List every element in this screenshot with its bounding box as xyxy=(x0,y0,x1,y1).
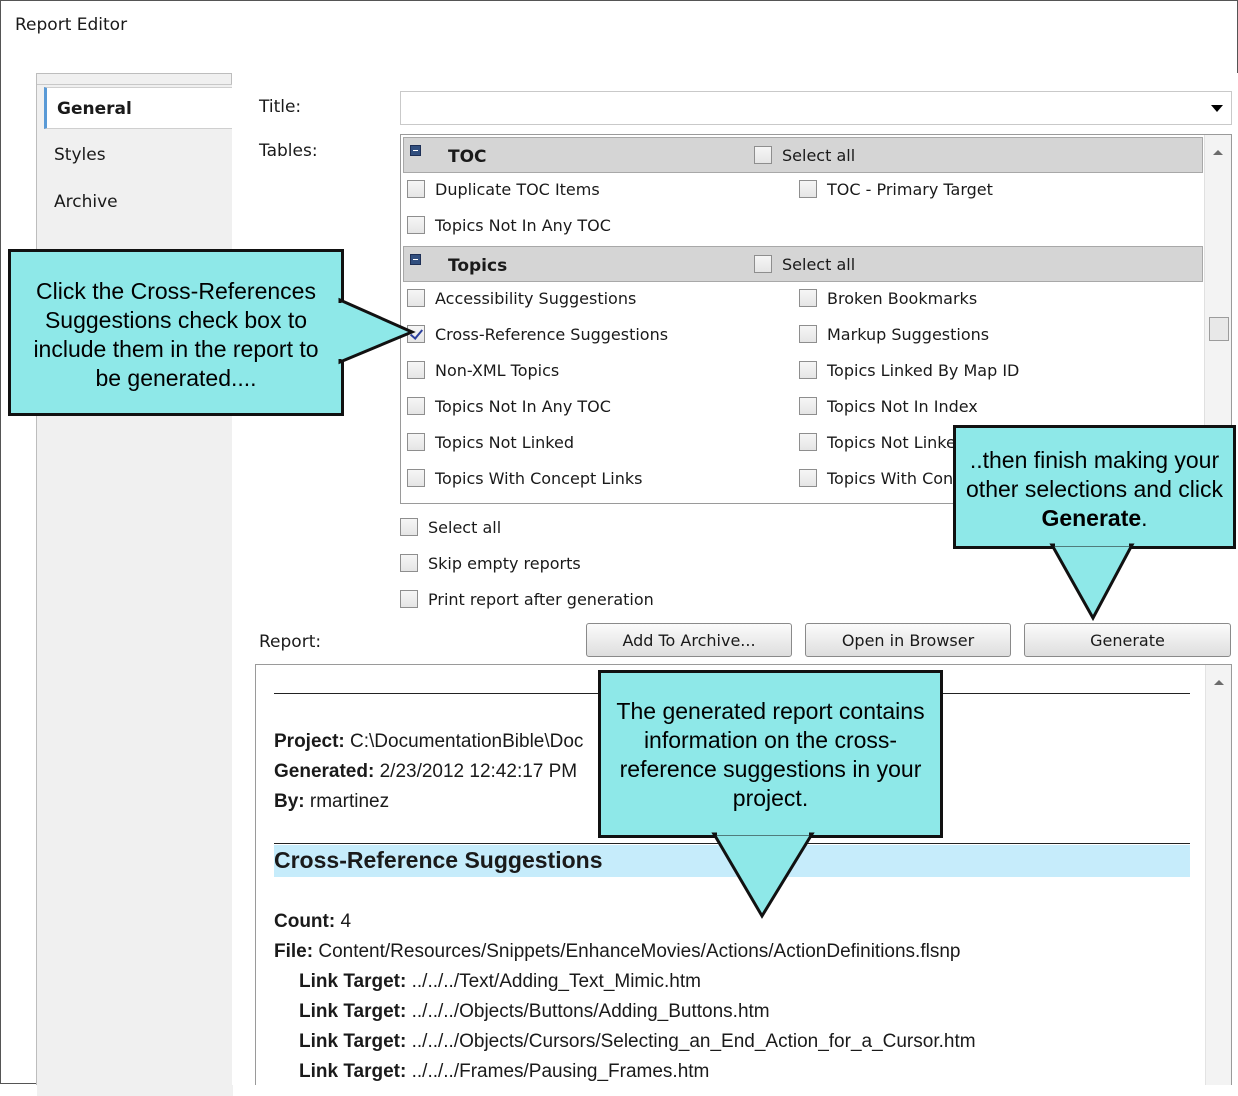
table-option-cross-reference-suggestions[interactable]: Cross-Reference Suggestions xyxy=(407,324,668,345)
callout-right-pointer xyxy=(1049,540,1135,622)
group-name-toc: TOC xyxy=(448,147,487,167)
callout-left-pointer-join xyxy=(336,303,342,359)
table-option-topics-not-in-any-toc[interactable]: Topics Not In Any TOC xyxy=(407,396,611,417)
scroll-up-icon[interactable] xyxy=(1214,680,1224,685)
report-count: Count: 4 xyxy=(274,911,352,932)
table-option-toc-primary-target[interactable]: TOC - Primary Target xyxy=(799,179,993,200)
checkbox[interactable] xyxy=(400,589,418,608)
report-scrollbar[interactable] xyxy=(1205,665,1231,1085)
checkbox[interactable] xyxy=(407,396,425,415)
callout-right-pointer-shape xyxy=(1049,543,1135,622)
sidebar: General Styles Archive xyxy=(36,73,233,1096)
group-header-topics: Topics Select all xyxy=(403,246,1203,282)
checkbox[interactable] xyxy=(407,432,425,451)
table-option-topics-not-linked[interactable]: Topics Not Linked xyxy=(407,432,574,453)
checkbox[interactable] xyxy=(407,179,425,198)
checkbox[interactable] xyxy=(799,288,817,307)
table-option-markup-suggestions[interactable]: Markup Suggestions xyxy=(799,324,989,345)
collapse-toc-icon[interactable] xyxy=(410,145,421,156)
report-by: By: rmartinez xyxy=(274,791,390,812)
toc-select-all[interactable]: Select all xyxy=(754,145,855,166)
table-option-topics-with-concept-links[interactable]: Topics With Concept Links xyxy=(407,468,642,489)
checkbox[interactable] xyxy=(799,324,817,343)
callout-left-pointer-shape xyxy=(338,297,416,365)
callout-cross-reference-tip: Click the Cross-References Suggestions c… xyxy=(8,249,344,416)
checkbox[interactable] xyxy=(407,468,425,487)
dropdown-arrow-icon[interactable] xyxy=(1211,105,1223,112)
group-name-topics: Topics xyxy=(448,256,508,276)
checkbox[interactable] xyxy=(799,468,817,487)
open-in-browser-button[interactable]: Open in Browser xyxy=(805,623,1011,657)
table-option-duplicate-toc-items[interactable]: Duplicate TOC Items xyxy=(407,179,600,200)
scroll-thumb[interactable] xyxy=(1209,317,1229,341)
checkbox[interactable] xyxy=(799,179,817,198)
callout-report-tip: The generated report contains informatio… xyxy=(598,670,943,838)
report-generated: Generated: 2/23/2012 12:42:17 PM xyxy=(274,761,578,782)
table-option-topics-with-conc[interactable]: Topics With Conc xyxy=(799,468,962,489)
tab-styles[interactable]: Styles xyxy=(44,134,232,176)
callout-bottom-pointer xyxy=(711,829,815,919)
option-skip-empty-reports[interactable]: Skip empty reports xyxy=(400,553,581,574)
report-link-target: Link Target: ../../../Objects/Buttons/Ad… xyxy=(299,1001,770,1022)
table-option-non-xml-topics[interactable]: Non-XML Topics xyxy=(407,360,559,381)
checkbox[interactable] xyxy=(400,517,418,536)
tables-label: Tables: xyxy=(259,141,318,161)
tab-general[interactable]: General xyxy=(44,87,232,129)
generate-button[interactable]: Generate xyxy=(1024,623,1231,657)
tab-archive[interactable]: Archive xyxy=(44,181,232,223)
report-label: Report: xyxy=(259,632,322,652)
option-select-all[interactable]: Select all xyxy=(400,517,501,538)
checkbox[interactable] xyxy=(799,432,817,451)
collapse-topics-icon[interactable] xyxy=(410,254,421,265)
callout-left-pointer xyxy=(336,297,416,365)
table-option-topics-not-in-index[interactable]: Topics Not In Index xyxy=(799,396,978,417)
table-option-toc-topics-not-in-any-toc[interactable]: Topics Not In Any TOC xyxy=(407,215,611,236)
report-project: Project: C:\DocumentationBible\Doc xyxy=(274,731,584,752)
add-to-archive-button[interactable]: Add To Archive... xyxy=(586,623,792,657)
table-option-accessibility-suggestions[interactable]: Accessibility Suggestions xyxy=(407,288,636,309)
checkbox[interactable] xyxy=(754,145,772,164)
table-option-topics-not-linked-2[interactable]: Topics Not Linked xyxy=(799,432,966,453)
topics-select-all[interactable]: Select all xyxy=(754,254,855,275)
callout-bottom-pointer-join xyxy=(717,829,809,835)
table-option-broken-bookmarks[interactable]: Broken Bookmarks xyxy=(799,288,977,309)
scroll-up-icon[interactable] xyxy=(1213,150,1223,155)
group-header-toc: TOC Select all xyxy=(403,137,1203,173)
callout-generate-tip: ..then finish making your other selectio… xyxy=(953,425,1236,549)
checkbox[interactable] xyxy=(799,396,817,415)
table-option-topics-linked-by-map-id[interactable]: Topics Linked By Map ID xyxy=(799,360,1019,381)
callout-right-pointer-join xyxy=(1055,540,1129,546)
title-label: Title: xyxy=(259,97,302,117)
option-print-after-generation[interactable]: Print report after generation xyxy=(400,589,654,610)
report-file: File: Content/Resources/Snippets/Enhance… xyxy=(274,941,961,962)
checkbox[interactable] xyxy=(400,553,418,572)
checkbox[interactable] xyxy=(754,254,772,273)
checkbox[interactable] xyxy=(799,360,817,379)
window-title: Report Editor xyxy=(15,15,128,35)
report-link-target: Link Target: ../../../Objects/Cursors/Se… xyxy=(299,1031,976,1052)
report-link-target: Link Target: ../../../Frames/Pausing_Fra… xyxy=(299,1061,710,1082)
callout-bottom-pointer-shape xyxy=(711,832,815,919)
title-combobox[interactable] xyxy=(400,91,1232,125)
report-link-target: Link Target: ../../../Text/Adding_Text_M… xyxy=(299,971,701,992)
checkbox[interactable] xyxy=(407,215,425,234)
